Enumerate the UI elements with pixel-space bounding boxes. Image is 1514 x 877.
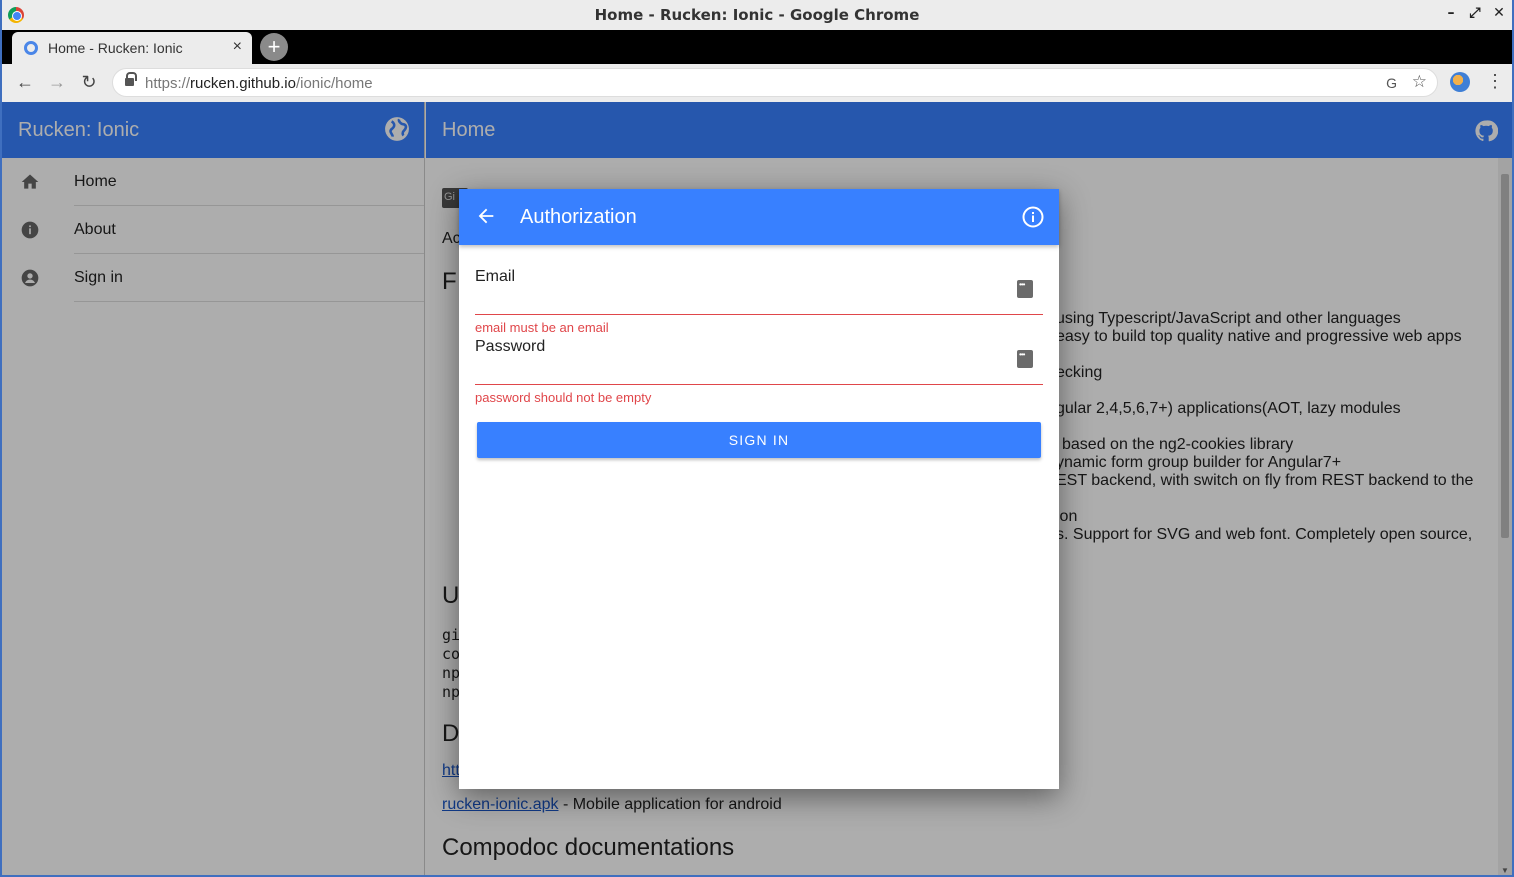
password-label: Password <box>475 338 546 355</box>
password-manager-key-icon[interactable] <box>1017 280 1033 298</box>
translate-icon[interactable]: G <box>1386 75 1397 91</box>
close-window-button[interactable]: ✕ <box>1492 5 1506 21</box>
maximize-button[interactable]: ⤢ <box>1468 5 1482 21</box>
new-tab-button[interactable]: + <box>260 33 288 61</box>
browser-window: Home - Rucken: Ionic - Google Chrome – ⤢… <box>0 0 1514 877</box>
email-error: email must be an email <box>475 320 609 335</box>
sign-in-button[interactable]: SIGN IN <box>477 422 1041 458</box>
password-field[interactable] <box>475 362 1015 384</box>
url-text: https://rucken.github.io/ionic/home <box>145 75 373 92</box>
address-bar[interactable]: https://rucken.github.io/ionic/home G ☆ <box>112 68 1438 97</box>
password-error: password should not be empty <box>475 390 652 405</box>
bookmark-star-icon[interactable]: ☆ <box>1412 72 1427 92</box>
window-controls: – ⤢ ✕ <box>1444 5 1506 21</box>
email-underline <box>475 314 1043 315</box>
authorization-modal: Authorization Email email must be an ema… <box>459 189 1059 789</box>
browser-tab[interactable]: Home - Rucken: Ionic × <box>12 32 252 64</box>
browser-menu-button[interactable]: ⋮ <box>1486 71 1504 92</box>
modal-title: Authorization <box>520 206 637 228</box>
password-manager-key-icon[interactable] <box>1017 350 1033 368</box>
tab-strip: Home - Rucken: Ionic × + <box>2 30 1512 64</box>
window-title: Home - Rucken: Ionic - Google Chrome <box>594 6 920 24</box>
back-button[interactable]: ← <box>14 72 36 93</box>
modal-header: Authorization <box>459 189 1059 245</box>
reload-button[interactable]: ↻ <box>78 72 100 93</box>
browser-toolbar: ← → ↻ https://rucken.github.io/ionic/hom… <box>2 64 1512 102</box>
tab-favicon-icon <box>24 41 38 55</box>
tab-title: Home - Rucken: Ionic <box>48 40 183 56</box>
email-label: Email <box>475 268 516 285</box>
profile-avatar[interactable] <box>1450 72 1470 92</box>
window-titlebar: Home - Rucken: Ionic - Google Chrome – ⤢… <box>2 0 1512 30</box>
tab-close-button[interactable]: × <box>233 38 242 56</box>
back-arrow-icon[interactable] <box>475 205 497 227</box>
email-field[interactable] <box>475 292 1015 314</box>
lock-icon <box>125 72 137 87</box>
minimize-button[interactable]: – <box>1444 5 1458 21</box>
password-underline <box>475 384 1043 385</box>
info-icon[interactable] <box>1021 205 1045 229</box>
forward-button[interactable]: → <box>46 72 68 93</box>
